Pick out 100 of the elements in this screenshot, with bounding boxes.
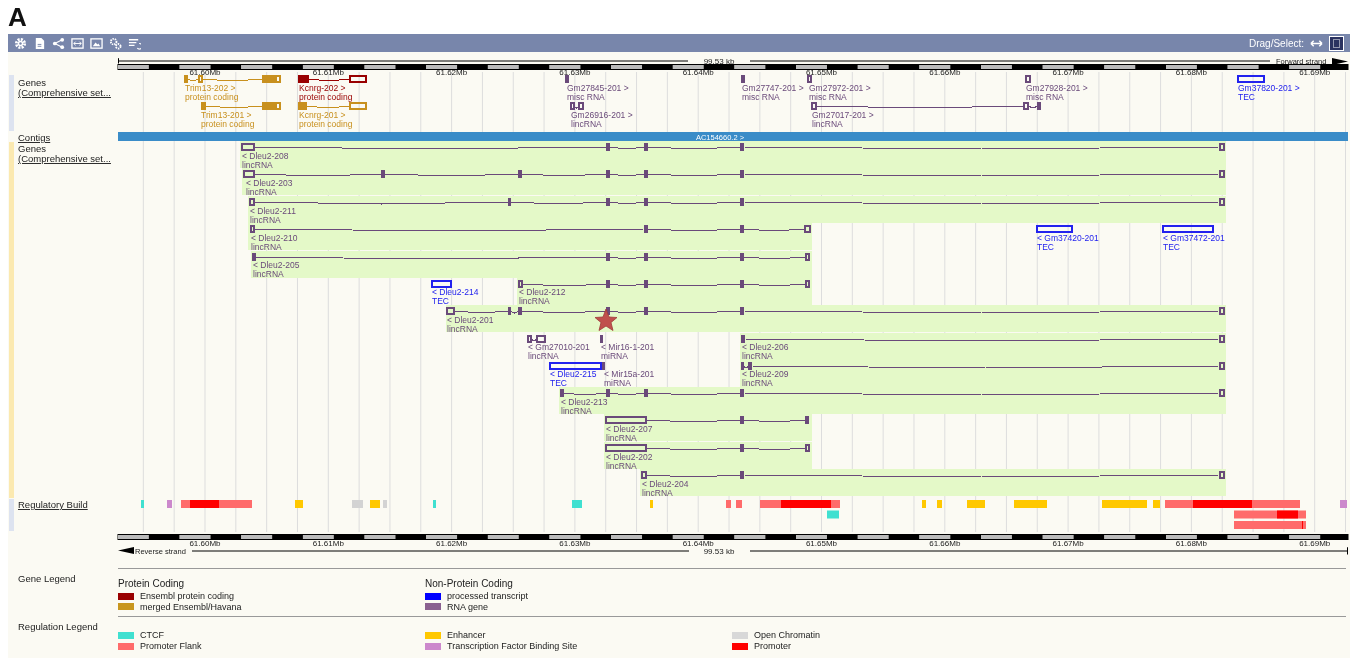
gene-label[interactable]: Gm27017-201 > — [812, 110, 874, 120]
legend-label: Ensembl protein coding — [140, 591, 235, 602]
gene-label[interactable]: < Dleu2-213 — [561, 397, 608, 407]
gene-label[interactable]: < Dleu2-212 — [519, 287, 566, 297]
tracks-icon[interactable] — [128, 36, 141, 50]
biotype-label: lincRNA — [742, 351, 773, 361]
legend-label: Transcription Factor Binding Site — [447, 641, 578, 652]
gene-label[interactable]: Gm27928-201 > — [1026, 83, 1088, 93]
tick-label: 61.67Mb — [1052, 539, 1084, 548]
biotype-label: lincRNA — [246, 187, 277, 197]
biotype-label: protein coding — [185, 92, 239, 102]
tick-label: 61.66Mb — [929, 68, 961, 77]
transcript-glyph[interactable] — [549, 362, 602, 370]
biotype-label: lincRNA — [242, 160, 273, 170]
transcript-glyph[interactable] — [1036, 225, 1073, 233]
settings-icon[interactable] — [14, 36, 27, 50]
transcript-glyph[interactable] — [605, 416, 809, 424]
drag-select-label: Drag/Select: — [1248, 37, 1304, 49]
gene-label[interactable]: < Dleu2-210 — [251, 233, 298, 243]
tick-label: 61.63Mb — [559, 539, 591, 548]
gene-label[interactable]: Gm26916-201 > — [571, 110, 633, 120]
tick-label: 61.69Mb — [1299, 68, 1331, 77]
gene-label[interactable]: < Dleu2-203 — [246, 178, 293, 188]
legend-title: Regulation Legend — [17, 620, 99, 634]
gene-label[interactable]: < Dleu2-201 — [447, 315, 494, 325]
tick-label: 61.61Mb — [312, 68, 344, 77]
gene-label[interactable]: < Dleu2-204 — [642, 479, 689, 489]
tick-label: 61.66Mb — [929, 539, 961, 548]
transcript-glyph[interactable] — [252, 253, 810, 261]
track-title[interactable]: Contigs — [18, 132, 51, 143]
gears-icon[interactable] — [109, 36, 122, 50]
tick-label: 61.69Mb — [1299, 539, 1331, 548]
track-subtitle[interactable]: (Comprehensive set... — [18, 153, 111, 164]
gene-label[interactable]: < Gm37420-201 — [1037, 233, 1099, 243]
transcript-glyph[interactable] — [1025, 75, 1031, 83]
gene-label[interactable]: < Gm27010-201 — [528, 342, 590, 352]
biotype-label: TEC — [1163, 242, 1180, 252]
transcript-glyph[interactable] — [243, 170, 1225, 178]
biotype-label: TEC — [1037, 242, 1054, 252]
transcript-glyph[interactable] — [811, 102, 1041, 110]
transcript-glyph[interactable] — [298, 75, 367, 83]
transcript-glyph[interactable] — [605, 444, 810, 452]
tick-label: 61.67Mb — [1052, 68, 1084, 77]
biotype-label: lincRNA — [519, 296, 550, 306]
gene-label[interactable]: < Dleu2-207 — [606, 424, 653, 434]
gene-label[interactable]: Gm37820-201 > — [1238, 83, 1300, 93]
transcript-glyph[interactable] — [1237, 75, 1265, 83]
biotype-label: protein coding — [201, 119, 255, 129]
biotype-label: lincRNA — [561, 406, 592, 416]
span-label: 99.53 kb — [703, 547, 735, 556]
gene-label[interactable]: < Dleu2-202 — [606, 452, 653, 462]
image-icon[interactable] — [90, 36, 103, 50]
gene-label[interactable]: < Mir15a-201 — [604, 369, 655, 379]
document-icon[interactable] — [33, 36, 46, 50]
transcript-glyph[interactable] — [527, 335, 546, 343]
legend-heading: Non-Protein Coding — [425, 578, 514, 589]
resize-icon[interactable] — [71, 36, 84, 50]
transcript-glyph[interactable] — [560, 389, 1225, 397]
transcript-glyph[interactable] — [1162, 225, 1214, 233]
track-title: Genes — [18, 143, 46, 154]
gene-label[interactable]: < Dleu2-214 — [432, 287, 479, 297]
gene-label[interactable]: < Dleu2-211 — [250, 206, 296, 216]
track-handle[interactable] — [9, 75, 14, 131]
span-label: 99.53 kb — [703, 57, 735, 66]
biotype-label: TEC — [550, 378, 567, 388]
legend-label: Promoter — [754, 641, 791, 652]
biotype-label: protein coding — [299, 92, 353, 102]
biotype-label: lincRNA — [642, 488, 673, 498]
transcript-glyph[interactable] — [241, 143, 1225, 151]
transcript-glyph[interactable] — [249, 198, 1225, 206]
transcript-glyph[interactable] — [741, 335, 1225, 343]
select-box-icon[interactable] — [1329, 35, 1344, 51]
gene-label[interactable]: < Dleu2-208 — [242, 151, 289, 161]
gene-label[interactable]: < Mir16-1-201 — [601, 342, 655, 352]
gene-label[interactable]: < Dleu2-215 — [550, 369, 597, 379]
track-subtitle[interactable]: (Comprehensive set... — [18, 87, 111, 98]
transcript-glyph[interactable] — [570, 102, 584, 110]
gene-label[interactable]: Gm27845-201 > — [567, 83, 629, 93]
transcript-glyph[interactable] — [518, 280, 810, 288]
transcript-glyph[interactable] — [641, 471, 1225, 479]
transcript-glyph[interactable] — [741, 362, 1225, 370]
tick-label: 61.65Mb — [805, 68, 838, 77]
track-title[interactable]: Regulatory Build — [18, 499, 88, 510]
figure-label: A — [7, 1, 28, 34]
gene-label[interactable]: < Dleu2-209 — [742, 369, 789, 379]
gene-label[interactable]: < Gm37472-201 — [1163, 233, 1225, 243]
share-icon[interactable] — [52, 36, 65, 50]
gene-label[interactable]: < Dleu2-206 — [742, 342, 789, 352]
gene-label[interactable]: < Dleu2-205 — [253, 260, 300, 270]
biotype-label: miRNA — [604, 378, 631, 388]
transcript-glyph[interactable] — [431, 280, 452, 288]
gene-label[interactable]: Kcnrg-202 > — [299, 83, 346, 93]
transcript-glyph[interactable] — [250, 225, 811, 233]
biotype-label: protein coding — [299, 119, 353, 129]
transcript-glyph[interactable] — [446, 307, 1225, 315]
gene-label[interactable]: Gm27747-201 > — [742, 83, 804, 93]
regulatory-features-drawing[interactable] — [141, 500, 1347, 529]
gene-label[interactable]: Gm27972-201 > — [809, 83, 871, 93]
transcript-glyph[interactable] — [807, 75, 812, 83]
tick-label: 61.60Mb — [189, 539, 221, 548]
